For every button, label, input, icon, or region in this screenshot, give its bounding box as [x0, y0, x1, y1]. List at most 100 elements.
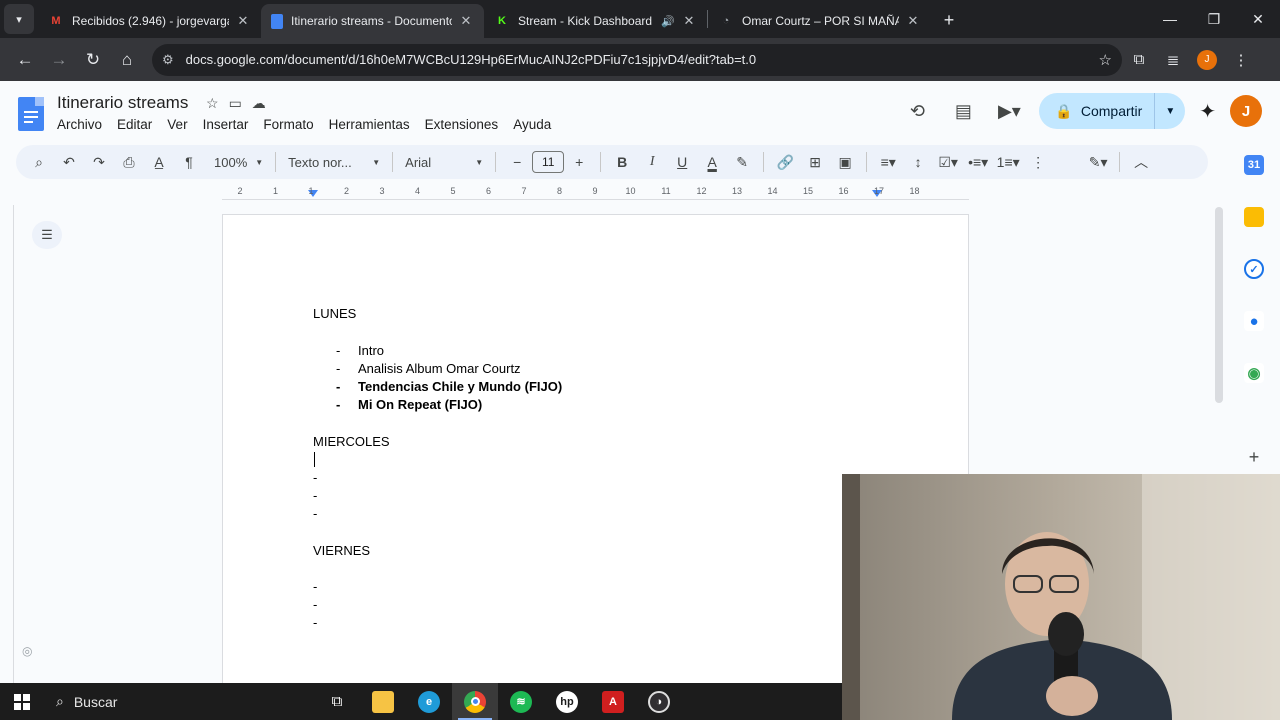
- version-history-icon[interactable]: ⟲: [901, 95, 933, 127]
- gemini-icon[interactable]: ✦: [1199, 99, 1216, 124]
- restore-icon[interactable]: ❐: [1192, 0, 1236, 38]
- cloud-status-icon[interactable]: ☁: [252, 95, 266, 112]
- account-avatar[interactable]: J: [1230, 95, 1262, 127]
- editing-mode-icon[interactable]: ✎▾: [1083, 154, 1113, 171]
- docs-logo-icon[interactable]: [18, 97, 44, 131]
- media-control-icon[interactable]: ≣: [1156, 43, 1190, 77]
- menu-extensiones[interactable]: Extensiones: [425, 117, 499, 132]
- paint-format-icon[interactable]: ¶: [174, 154, 204, 170]
- close-icon[interactable]: ✕: [458, 13, 474, 29]
- section-heading-viernes: VIERNES: [313, 543, 371, 558]
- close-icon[interactable]: ✕: [905, 13, 921, 29]
- collapse-menus-icon[interactable]: ︿: [1126, 152, 1156, 172]
- numbered-list-icon[interactable]: 1≡▾: [993, 154, 1023, 171]
- profile-button[interactable]: J: [1190, 43, 1224, 77]
- star-icon[interactable]: ☆: [206, 95, 219, 112]
- zoom-dropdown[interactable]: 100% ▼: [208, 155, 269, 170]
- window-close-icon[interactable]: ✕: [1236, 0, 1280, 38]
- maps-icon[interactable]: ◉: [1244, 363, 1264, 383]
- task-view-icon[interactable]: ⧉: [314, 683, 360, 720]
- profile-avatar: J: [1197, 49, 1217, 70]
- text-color-button[interactable]: A: [697, 154, 727, 170]
- back-icon[interactable]: ←: [8, 43, 42, 77]
- more-options-icon[interactable]: ⋮: [1023, 154, 1053, 171]
- ruler-tick-label: 10: [625, 186, 636, 196]
- taskbar-search[interactable]: ⌕ Buscar: [44, 683, 314, 720]
- search-label: Buscar: [73, 693, 118, 710]
- vertical-scrollbar[interactable]: [1215, 207, 1223, 403]
- edge-icon[interactable]: e: [406, 683, 452, 720]
- menu-ver[interactable]: Ver: [167, 117, 187, 132]
- minimize-icon[interactable]: —: [1148, 0, 1192, 38]
- spotify-icon[interactable]: ≋: [498, 683, 544, 720]
- hp-icon[interactable]: hp: [544, 683, 590, 720]
- speaker-icon[interactable]: 🔊: [661, 15, 675, 28]
- tab-docs[interactable]: Itinerario streams - Documento ✕: [261, 4, 484, 38]
- toolbar-divider: [1119, 152, 1121, 172]
- extensions-icon[interactable]: ⧉: [1122, 43, 1156, 77]
- calendar-icon[interactable]: 31: [1244, 155, 1264, 175]
- share-button[interactable]: 🔒 Compartir ▼: [1039, 93, 1186, 129]
- tab-kick[interactable]: K Stream - Kick Dashboard 🔊 ✕: [484, 4, 707, 38]
- meet-icon[interactable]: ▶▾: [993, 95, 1025, 127]
- close-icon[interactable]: ✕: [681, 13, 697, 29]
- add-addon-icon[interactable]: +: [1244, 447, 1264, 467]
- redo-icon[interactable]: ↷: [84, 154, 114, 171]
- reload-icon[interactable]: ↻: [76, 43, 110, 77]
- checklist-icon[interactable]: ☑▾: [933, 154, 963, 171]
- style-dropdown[interactable]: Texto nor... ▼: [282, 155, 386, 170]
- site-info-icon[interactable]: ⚙: [162, 52, 174, 68]
- move-folder-icon[interactable]: ▭: [229, 95, 242, 112]
- adobe-icon[interactable]: A: [590, 683, 636, 720]
- bookmark-star-icon[interactable]: ☆: [1099, 51, 1112, 69]
- decrease-font-size-icon[interactable]: −: [502, 154, 532, 170]
- italic-button[interactable]: I: [637, 154, 667, 170]
- obs-icon[interactable]: ◑: [636, 683, 682, 720]
- line-spacing-icon[interactable]: ↕: [903, 154, 933, 170]
- forward-icon[interactable]: →: [42, 43, 76, 77]
- align-icon[interactable]: ≡▾: [873, 154, 903, 171]
- contacts-icon[interactable]: ●: [1244, 311, 1264, 331]
- print-icon[interactable]: ⎙: [114, 154, 144, 171]
- link-icon[interactable]: 🔗: [770, 154, 800, 171]
- menu-insertar[interactable]: Insertar: [203, 117, 249, 132]
- bulleted-list-icon[interactable]: •≡▾: [963, 154, 993, 171]
- menu-herramientas[interactable]: Herramientas: [329, 117, 410, 132]
- share-main[interactable]: 🔒 Compartir: [1039, 93, 1154, 129]
- address-bar[interactable]: ⚙ docs.google.com/document/d/16h0eM7WCBc…: [152, 43, 1122, 76]
- tab-search-button[interactable]: ▾: [4, 4, 34, 34]
- chrome-icon[interactable]: [452, 683, 498, 720]
- search-menus-icon[interactable]: ⌕: [24, 154, 54, 171]
- menu-editar[interactable]: Editar: [117, 117, 152, 132]
- image-icon[interactable]: ▣: [830, 154, 860, 171]
- undo-icon[interactable]: ↶: [54, 154, 84, 171]
- tab-gmail[interactable]: M Recibidos (2.946) - jorgevargas. ✕: [38, 4, 261, 38]
- windows-start-icon[interactable]: [0, 683, 44, 720]
- keep-icon[interactable]: [1244, 207, 1264, 227]
- menu-archivo[interactable]: Archivo: [57, 117, 102, 132]
- underline-button[interactable]: U: [667, 154, 697, 170]
- spellcheck-icon[interactable]: A̲: [144, 154, 174, 170]
- tab-omar-courtz[interactable]: ◔ Omar Courtz – POR SI MAÑANA ✕: [708, 4, 931, 38]
- font-size-input[interactable]: 11: [532, 151, 565, 173]
- bold-button[interactable]: B: [607, 154, 637, 170]
- document-title[interactable]: Itinerario streams: [57, 93, 188, 113]
- comment-add-icon[interactable]: ⊞: [800, 154, 830, 171]
- increase-font-size-icon[interactable]: +: [564, 154, 594, 170]
- font-dropdown[interactable]: Arial ▼: [399, 155, 489, 170]
- vertical-ruler[interactable]: [0, 205, 14, 685]
- close-icon[interactable]: ✕: [235, 13, 251, 29]
- home-icon[interactable]: ⌂: [110, 43, 144, 77]
- share-dropdown-icon[interactable]: ▼: [1154, 93, 1185, 129]
- list-bullet: -: [313, 506, 318, 521]
- horizontal-ruler[interactable]: 2 1 1 2 3 4 5 6 7 8 9 10 11 12 13 14 15 16 17 18: [222, 186, 969, 200]
- file-explorer-icon[interactable]: [360, 683, 406, 720]
- browser-menu-icon[interactable]: ⋮: [1224, 43, 1258, 77]
- comments-icon[interactable]: ▤: [947, 95, 979, 127]
- menu-ayuda[interactable]: Ayuda: [513, 117, 551, 132]
- document-outline-icon[interactable]: ☰: [32, 221, 62, 249]
- new-tab-button[interactable]: +: [935, 6, 963, 34]
- menu-formato[interactable]: Formato: [263, 117, 313, 132]
- highlight-icon[interactable]: ✎: [727, 154, 757, 171]
- tasks-icon[interactable]: ✓: [1244, 259, 1264, 279]
